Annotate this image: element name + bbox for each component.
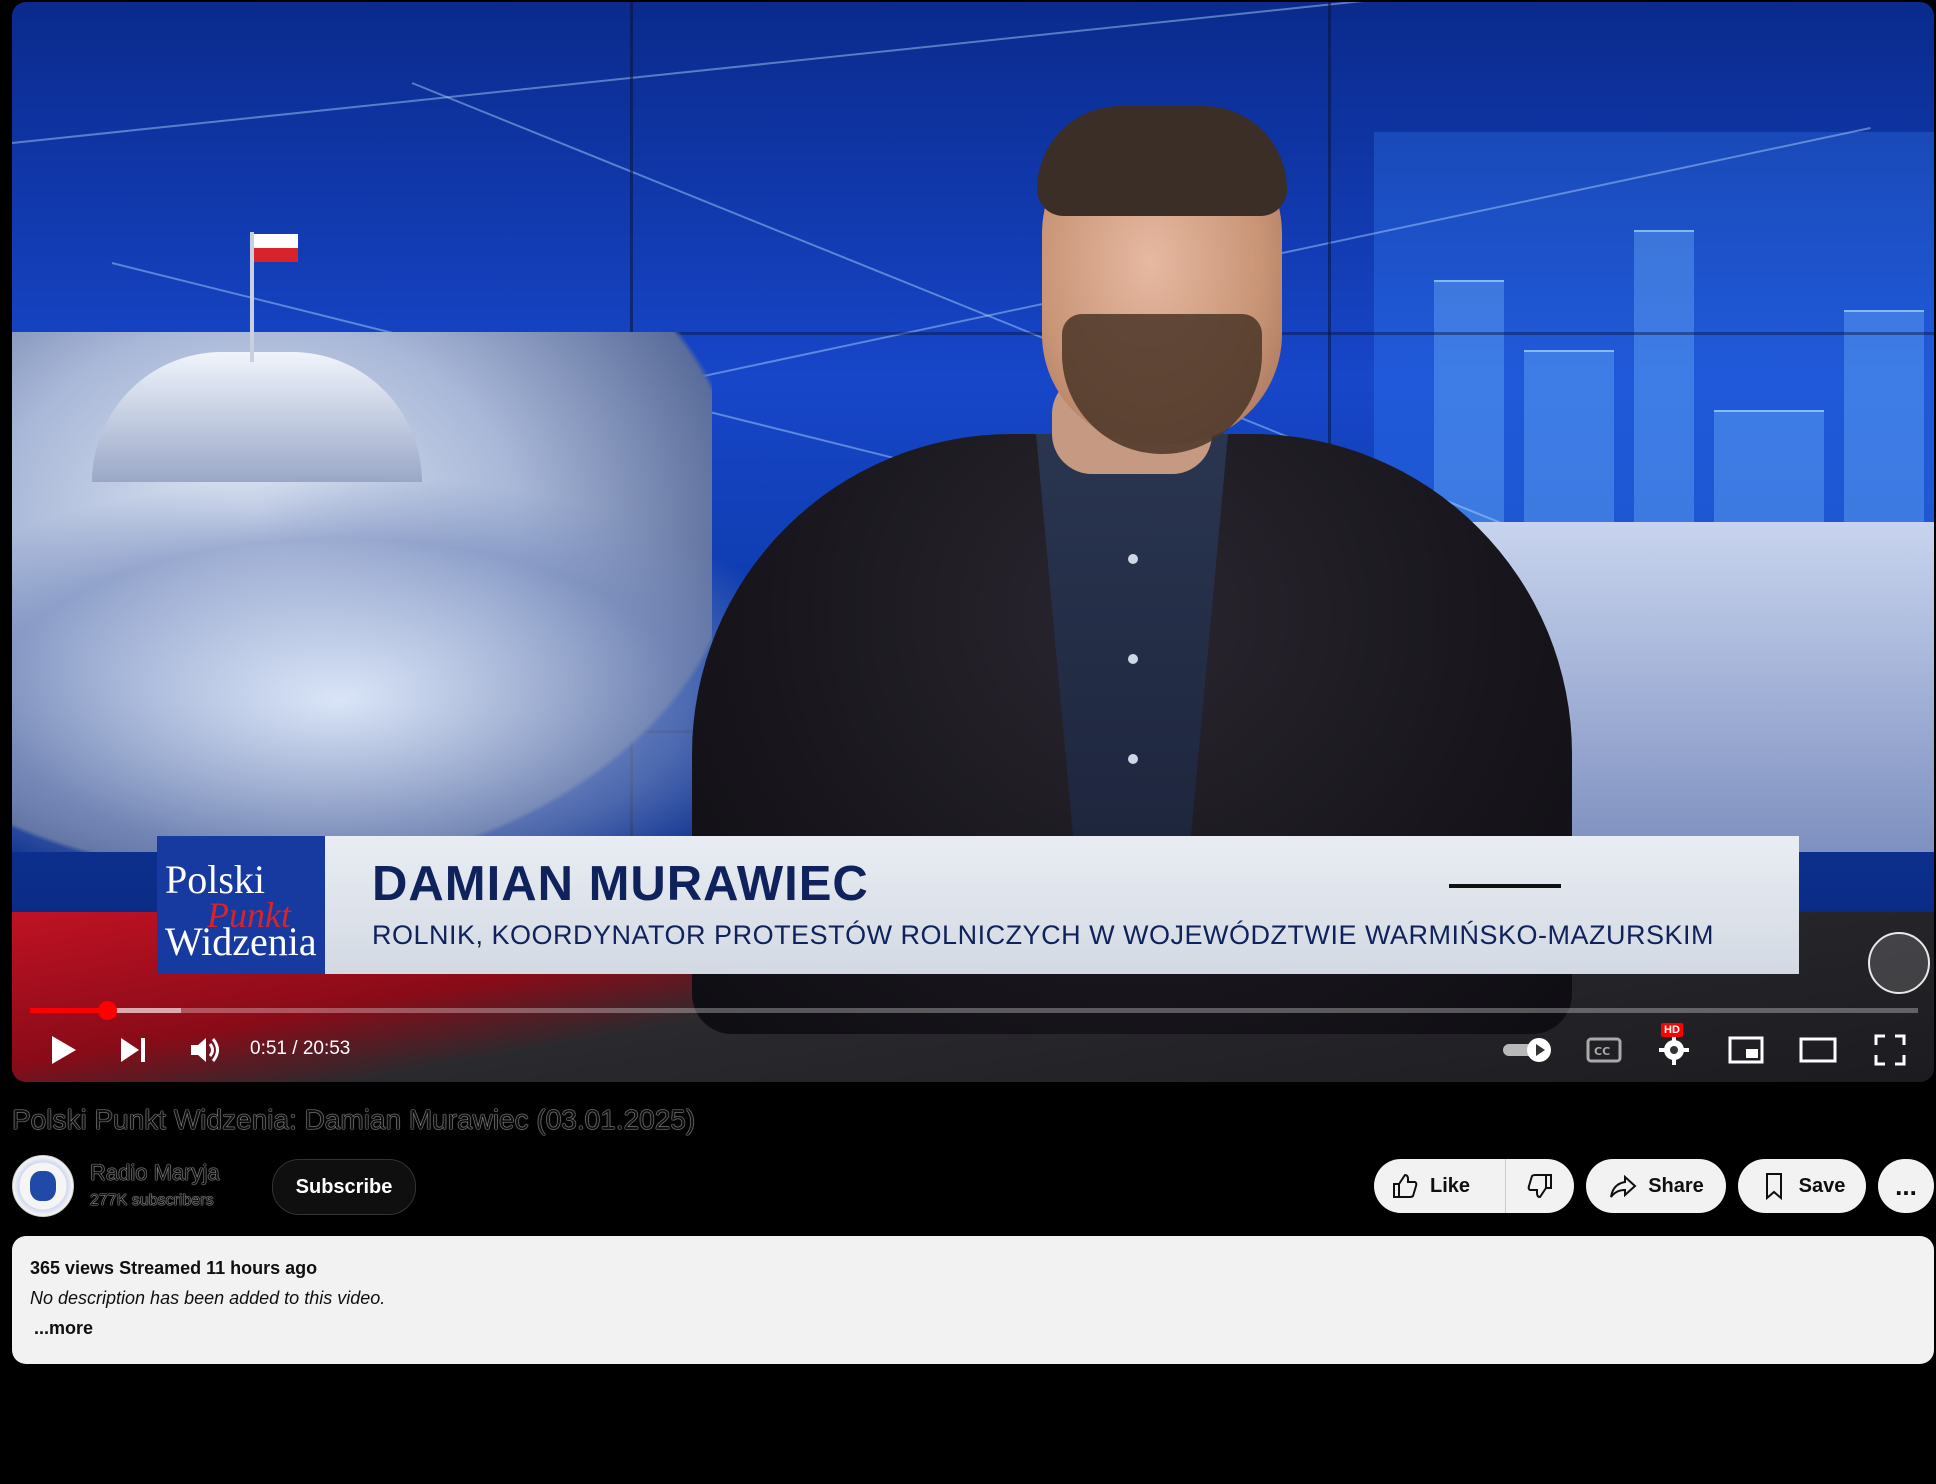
- save-button[interactable]: Save: [1738, 1159, 1866, 1213]
- fullscreen-button[interactable]: [1862, 1020, 1918, 1080]
- subscribe-button[interactable]: Subscribe: [272, 1159, 416, 1215]
- cc-icon: CC: [1586, 1037, 1622, 1063]
- video-player[interactable]: Polski Punkt Widzenia DAMIAN MURAWIEC RO…: [12, 2, 1934, 1082]
- show-logo: Polski Punkt Widzenia: [157, 836, 325, 974]
- autoplay-toggle[interactable]: [1498, 1020, 1558, 1080]
- lower-third-caption: Polski Punkt Widzenia DAMIAN MURAWIEC RO…: [157, 836, 1799, 974]
- views-and-date: 365 views Streamed 11 hours ago: [30, 1258, 318, 1278]
- gear-icon: [1659, 1035, 1689, 1065]
- share-label: Share: [1648, 1174, 1704, 1197]
- miniplayer-icon: [1728, 1036, 1764, 1064]
- time-display: 0:51 / 20:53: [250, 1038, 351, 1059]
- theater-mode-button[interactable]: [1790, 1020, 1846, 1080]
- description-text: No description has been added to this vi…: [30, 1288, 386, 1308]
- share-icon: [1610, 1174, 1637, 1198]
- guest-name: DAMIAN MURAWIEC: [372, 857, 869, 911]
- captions-button[interactable]: CC: [1578, 1020, 1630, 1080]
- like-dislike-group: Like: [1374, 1159, 1574, 1213]
- volume-icon: [191, 1038, 219, 1062]
- svg-text:CC: CC: [1594, 1045, 1610, 1058]
- caption-bar: [1449, 884, 1561, 888]
- progress-bar[interactable]: [30, 1001, 1918, 1020]
- guest-role: ROLNIK, KOORDYNATOR PROTESTÓW ROLNICZYCH…: [372, 920, 1715, 950]
- progress-played: [30, 1008, 107, 1013]
- thumbs-up-icon: [1393, 1173, 1418, 1198]
- skip-next-icon: [121, 1038, 145, 1062]
- next-button[interactable]: [110, 1020, 158, 1080]
- autoplay-toggle-icon: [1503, 1038, 1551, 1062]
- play-button[interactable]: [40, 1020, 88, 1080]
- miniplayer-button[interactable]: [1718, 1020, 1774, 1080]
- play-icon: [52, 1036, 76, 1064]
- thumbs-down-icon: [1527, 1174, 1552, 1199]
- channel-logo-icon: [30, 1171, 56, 1201]
- bookmark-icon: [1765, 1173, 1782, 1201]
- volume-button[interactable]: [180, 1020, 232, 1080]
- description-box[interactable]: 365 views Streamed 11 hours ago No descr…: [12, 1236, 1934, 1364]
- channel-watermark-icon[interactable]: [1868, 932, 1930, 994]
- save-label: Save: [1798, 1174, 1846, 1197]
- channel-avatar[interactable]: [12, 1155, 74, 1217]
- show-logo-line3: Widzenia: [165, 919, 317, 964]
- more-actions-button[interactable]: ...: [1878, 1159, 1934, 1213]
- subscriber-count: 277K subscribers: [90, 1192, 214, 1209]
- channel-name[interactable]: Radio Maryja: [90, 1160, 220, 1186]
- video-title: Polski Punkt Widzenia: Damian Murawiec (…: [12, 1104, 696, 1135]
- theater-mode-icon: [1799, 1037, 1837, 1063]
- like-label: Like: [1430, 1174, 1471, 1197]
- progress-scrubber[interactable]: [97, 1001, 117, 1020]
- player-controls: 0:51 / 20:53 CC: [12, 1020, 1934, 1080]
- polish-flag: [254, 234, 298, 262]
- like-button[interactable]: Like: [1374, 1159, 1506, 1213]
- hd-badge: HD: [1661, 1023, 1683, 1037]
- fullscreen-icon: [1874, 1034, 1906, 1066]
- more-dots-icon: ...: [1895, 1170, 1917, 1201]
- share-button[interactable]: Share: [1586, 1159, 1726, 1213]
- dislike-button[interactable]: [1506, 1159, 1574, 1213]
- show-more-link[interactable]: ...more: [34, 1318, 93, 1339]
